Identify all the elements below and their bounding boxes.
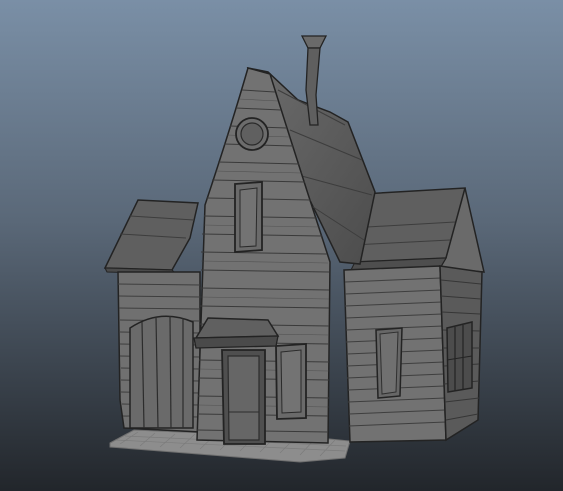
house-scene (0, 0, 563, 491)
tower-upper-window (234, 181, 263, 253)
round-window-icon (235, 117, 269, 151)
porch-awning (193, 317, 280, 349)
tower-lower-window (275, 343, 307, 420)
viewport (0, 0, 563, 491)
side-window (446, 321, 473, 393)
front-door (221, 349, 266, 445)
